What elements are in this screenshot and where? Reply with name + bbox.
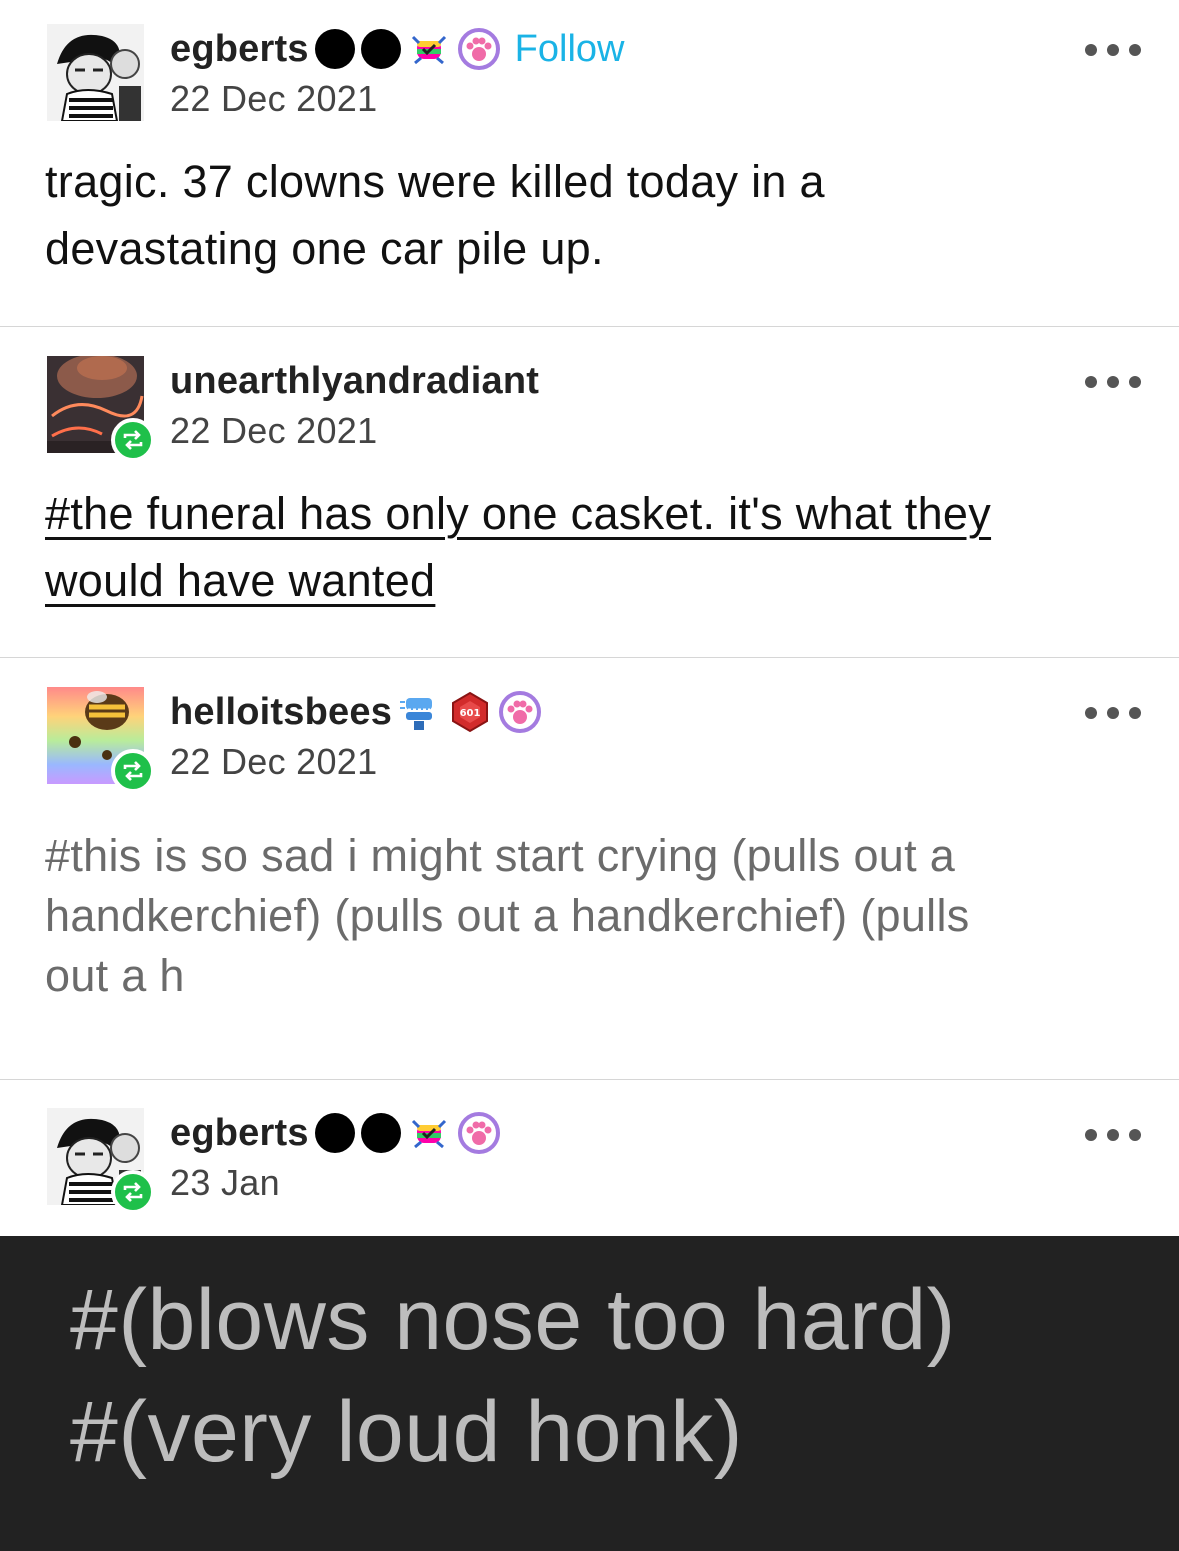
more-options-icon[interactable]	[1085, 43, 1141, 57]
post-header: egberts Follow	[170, 24, 624, 74]
reblog-icon	[111, 1170, 155, 1214]
paw-badge-icon[interactable]	[498, 690, 542, 734]
paw-badge-icon[interactable]	[457, 27, 501, 71]
username[interactable]: unearthlyandradiant	[170, 360, 539, 403]
dark-tag-panel: #(blows nose too hard) #(very loud honk)	[0, 1236, 1179, 1551]
username[interactable]: helloitsbees	[170, 691, 392, 734]
post-date: 22 Dec 2021	[170, 78, 378, 119]
more-options-icon[interactable]	[1085, 706, 1141, 720]
more-options-icon[interactable]	[1085, 375, 1141, 389]
post-header: egberts	[170, 1108, 501, 1158]
post-divider	[0, 326, 1179, 327]
post-tags: #this is so sad i might start crying (pu…	[45, 826, 1135, 1006]
username[interactable]: egberts	[170, 1112, 309, 1155]
follow-button[interactable]: Follow	[515, 28, 625, 71]
post-body: tragic. 37 clowns were killed today in a…	[45, 148, 1135, 282]
post-tags: #the funeral has only one casket. it's w…	[45, 480, 1135, 614]
tag-link[interactable]: #(blows nose too hard)	[70, 1264, 956, 1376]
post-header: unearthlyandradiant	[170, 356, 539, 406]
avatar-helloitsbees[interactable]	[47, 687, 155, 793]
reblog-icon	[111, 418, 155, 462]
username[interactable]: egberts	[170, 28, 309, 71]
tag-link[interactable]: handkerchief) (pulls out a handkerchief)…	[45, 886, 1135, 946]
black-dot-badge-icon[interactable]	[360, 29, 401, 69]
post-divider	[0, 657, 1179, 658]
post-date: 22 Dec 2021	[170, 410, 378, 451]
reblog-icon	[111, 749, 155, 793]
post-date: 23 Jan	[170, 1162, 280, 1203]
post-body-line: tragic. 37 clowns were killed today in a	[45, 156, 825, 207]
post-body-line: devastating one car pile up.	[45, 223, 604, 274]
tag-link[interactable]: out a h	[45, 946, 1135, 1006]
avatar-unearthlyandradiant[interactable]	[47, 356, 155, 462]
black-dot-badge-icon[interactable]	[360, 1113, 401, 1153]
black-dot-badge-icon[interactable]	[314, 1113, 355, 1153]
red-dice-badge-icon[interactable]: 601	[448, 690, 492, 734]
paw-badge-icon[interactable]	[457, 1111, 501, 1155]
rainbow-crab-badge-icon[interactable]	[407, 27, 451, 71]
tag-link[interactable]: #the funeral has only one casket. it's w…	[45, 480, 1135, 547]
post-divider	[0, 1079, 1179, 1080]
more-options-icon[interactable]	[1085, 1128, 1141, 1142]
avatar-egberts[interactable]	[47, 24, 144, 121]
tag-link[interactable]: #this is so sad i might start crying (pu…	[45, 826, 1135, 886]
tag-link[interactable]: #(very loud honk)	[70, 1376, 743, 1488]
post-header: helloitsbees 601	[170, 687, 542, 737]
avatar-egberts[interactable]	[47, 1108, 155, 1214]
rainbow-crab-badge-icon[interactable]	[407, 1111, 451, 1155]
chattering-teeth-badge-icon[interactable]	[398, 690, 442, 734]
tag-link[interactable]: would have wanted	[45, 547, 1135, 614]
svg-text:601: 601	[460, 708, 481, 719]
post-date: 22 Dec 2021	[170, 741, 378, 782]
black-dot-badge-icon[interactable]	[314, 29, 355, 69]
